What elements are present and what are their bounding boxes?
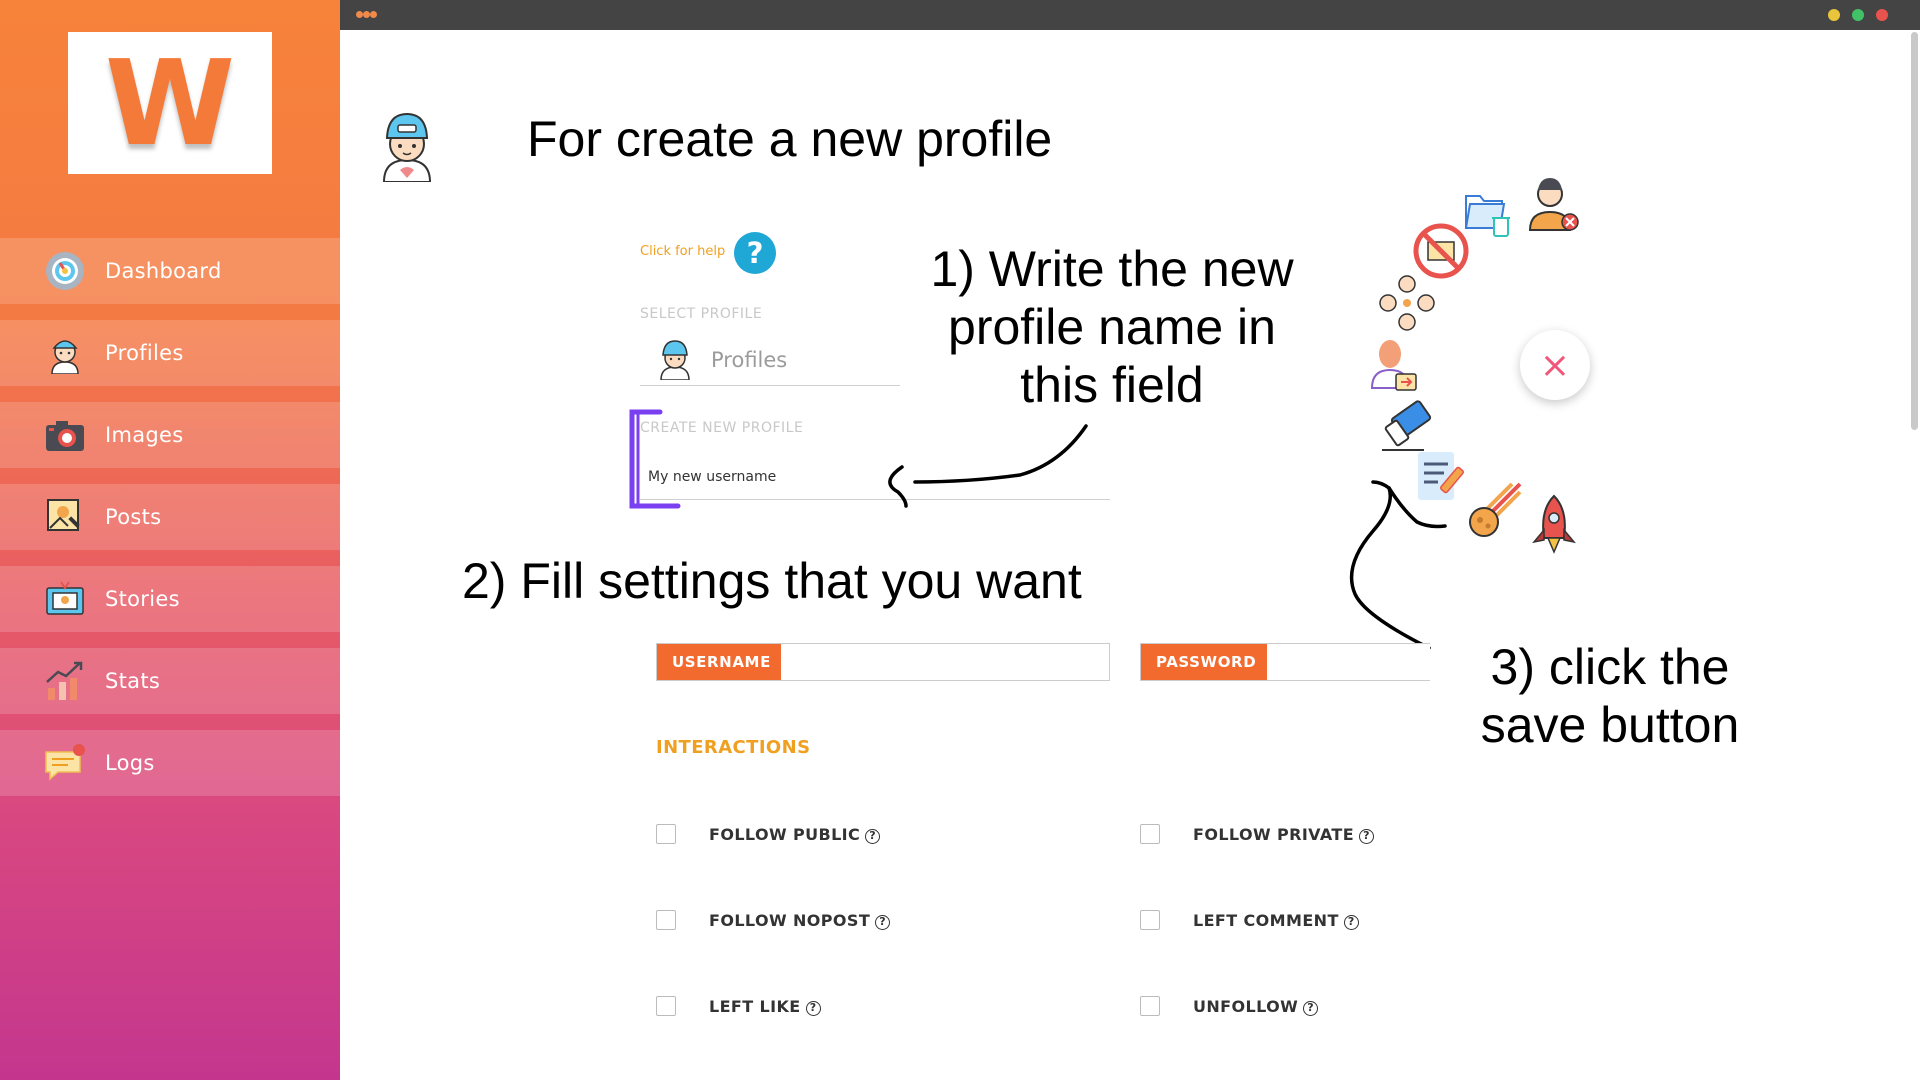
sidebar-item-stories[interactable]: Stories [0, 566, 340, 632]
sidebar-item-label: Stories [105, 587, 180, 611]
follow-nopost-label: FOLLOW NOPOST? [709, 911, 891, 930]
question-help-icon[interactable]: ? [1303, 1001, 1319, 1016]
checkbox-label-text: LEFT LIKE [709, 997, 801, 1016]
annotation-arrow-1 [888, 424, 1088, 508]
menu-dots-icon[interactable] [356, 11, 363, 18]
tutorial-title: For create a new profile [527, 111, 1053, 167]
window-titlebar [340, 0, 1920, 30]
menu-dots-icon[interactable] [363, 11, 370, 18]
sidebar-item-label: Stats [105, 669, 161, 693]
delete-folder-icon[interactable] [1464, 188, 1512, 240]
unfollow-label: UNFOLLOW? [1193, 997, 1319, 1016]
follow-private-checkbox[interactable] [1140, 824, 1160, 844]
follow-nopost-checkbox[interactable] [656, 910, 676, 930]
checkbox-label-text: FOLLOW NOPOST [709, 911, 871, 930]
profile-avatar-icon [660, 340, 690, 380]
dashboard-gauge-icon [46, 252, 84, 290]
sidebar: W Dashboard Profiles Images Posts Storie… [0, 0, 340, 1080]
profile-avatar-icon [51, 340, 79, 374]
help-link[interactable]: Click for help [640, 244, 725, 259]
meteor-icon[interactable] [1466, 480, 1524, 540]
maximize-window-button[interactable] [1852, 9, 1864, 21]
username-input[interactable] [781, 644, 1109, 680]
password-label: PASSWORD [1141, 644, 1267, 680]
password-field[interactable]: PASSWORD [1140, 643, 1431, 681]
password-input[interactable] [1267, 644, 1431, 680]
annotation-step3: 3) click the save button [1480, 639, 1740, 753]
sidebar-item-label: Dashboard [105, 259, 222, 283]
sidebar-item-logs[interactable]: Logs [0, 730, 340, 796]
interactions-heading: INTERACTIONS [656, 737, 811, 758]
follow-public-label: FOLLOW PUBLIC? [709, 825, 881, 844]
follow-private-label: FOLLOW PRIVATE? [1193, 825, 1375, 844]
unfollow-checkbox[interactable] [1140, 996, 1160, 1016]
stories-icon [46, 581, 84, 615]
username-field[interactable]: USERNAME [656, 643, 1110, 681]
user-export-icon[interactable] [1368, 336, 1420, 394]
sidebar-item-label: Posts [105, 505, 162, 529]
profile-avatar-icon [382, 112, 432, 182]
left-comment-checkbox[interactable] [1140, 910, 1160, 930]
question-help-icon[interactable]: ? [1359, 829, 1375, 844]
question-help-icon[interactable]: ? [1343, 915, 1359, 930]
eraser-icon[interactable] [1380, 400, 1438, 452]
question-help-icon[interactable]: ? [865, 829, 881, 844]
question-help-icon[interactable]: ? [805, 1001, 821, 1016]
stats-chart-icon [46, 661, 83, 700]
logo: W [68, 32, 272, 174]
username-label: USERNAME [657, 644, 781, 680]
help-question-icon[interactable]: ? [734, 232, 776, 274]
highlight-bracket [629, 409, 681, 509]
select-profile-label: SELECT PROFILE [640, 306, 763, 322]
remove-user-icon[interactable] [1526, 174, 1580, 234]
question-help-icon[interactable]: ? [875, 915, 891, 930]
help-question-glyph: ? [746, 236, 764, 270]
left-like-checkbox[interactable] [656, 996, 676, 1016]
follow-public-checkbox[interactable] [656, 824, 676, 844]
edit-document-icon[interactable] [1414, 448, 1470, 506]
close-fab-button[interactable]: × [1520, 330, 1590, 400]
close-window-button[interactable] [1876, 9, 1888, 21]
no-images-icon[interactable] [1412, 222, 1470, 280]
sidebar-item-dashboard[interactable]: Dashboard [0, 238, 340, 304]
post-picture-icon [47, 499, 80, 531]
scrollbar-thumb[interactable] [1911, 32, 1918, 430]
rocket-icon[interactable] [1530, 494, 1578, 556]
sidebar-item-posts[interactable]: Posts [0, 484, 340, 550]
left-comment-label: LEFT COMMENT? [1193, 911, 1359, 930]
camera-icon [46, 421, 84, 451]
profile-select-value: Profiles [711, 348, 788, 372]
sidebar-item-stats[interactable]: Stats [0, 648, 340, 714]
sidebar-item-images[interactable]: Images [0, 402, 340, 468]
checkbox-label-text: UNFOLLOW [1193, 997, 1299, 1016]
menu-dots-icon[interactable] [370, 11, 377, 18]
sidebar-item-label: Logs [105, 751, 155, 775]
close-icon: × [1539, 344, 1571, 386]
minimize-window-button[interactable] [1828, 9, 1840, 21]
checkbox-label-text: LEFT COMMENT [1193, 911, 1339, 930]
app-window: W Dashboard Profiles Images Posts Storie… [0, 0, 1920, 1080]
checkbox-label-text: FOLLOW PRIVATE [1193, 825, 1355, 844]
group-users-icon[interactable] [1378, 274, 1436, 332]
profile-select[interactable]: Profiles [640, 336, 900, 386]
sidebar-item-profiles[interactable]: Profiles [0, 320, 340, 386]
logo-letter: W [104, 34, 236, 172]
logs-chat-icon [45, 744, 85, 781]
checkbox-label-text: FOLLOW PUBLIC [709, 825, 861, 844]
annotation-step1: 1) Write the new profile name in this fi… [930, 241, 1294, 413]
sidebar-item-label: Profiles [105, 341, 184, 365]
left-like-label: LEFT LIKE? [709, 997, 821, 1016]
sidebar-item-label: Images [105, 423, 184, 447]
annotation-step2: 2) Fill settings that you want [462, 553, 1082, 609]
